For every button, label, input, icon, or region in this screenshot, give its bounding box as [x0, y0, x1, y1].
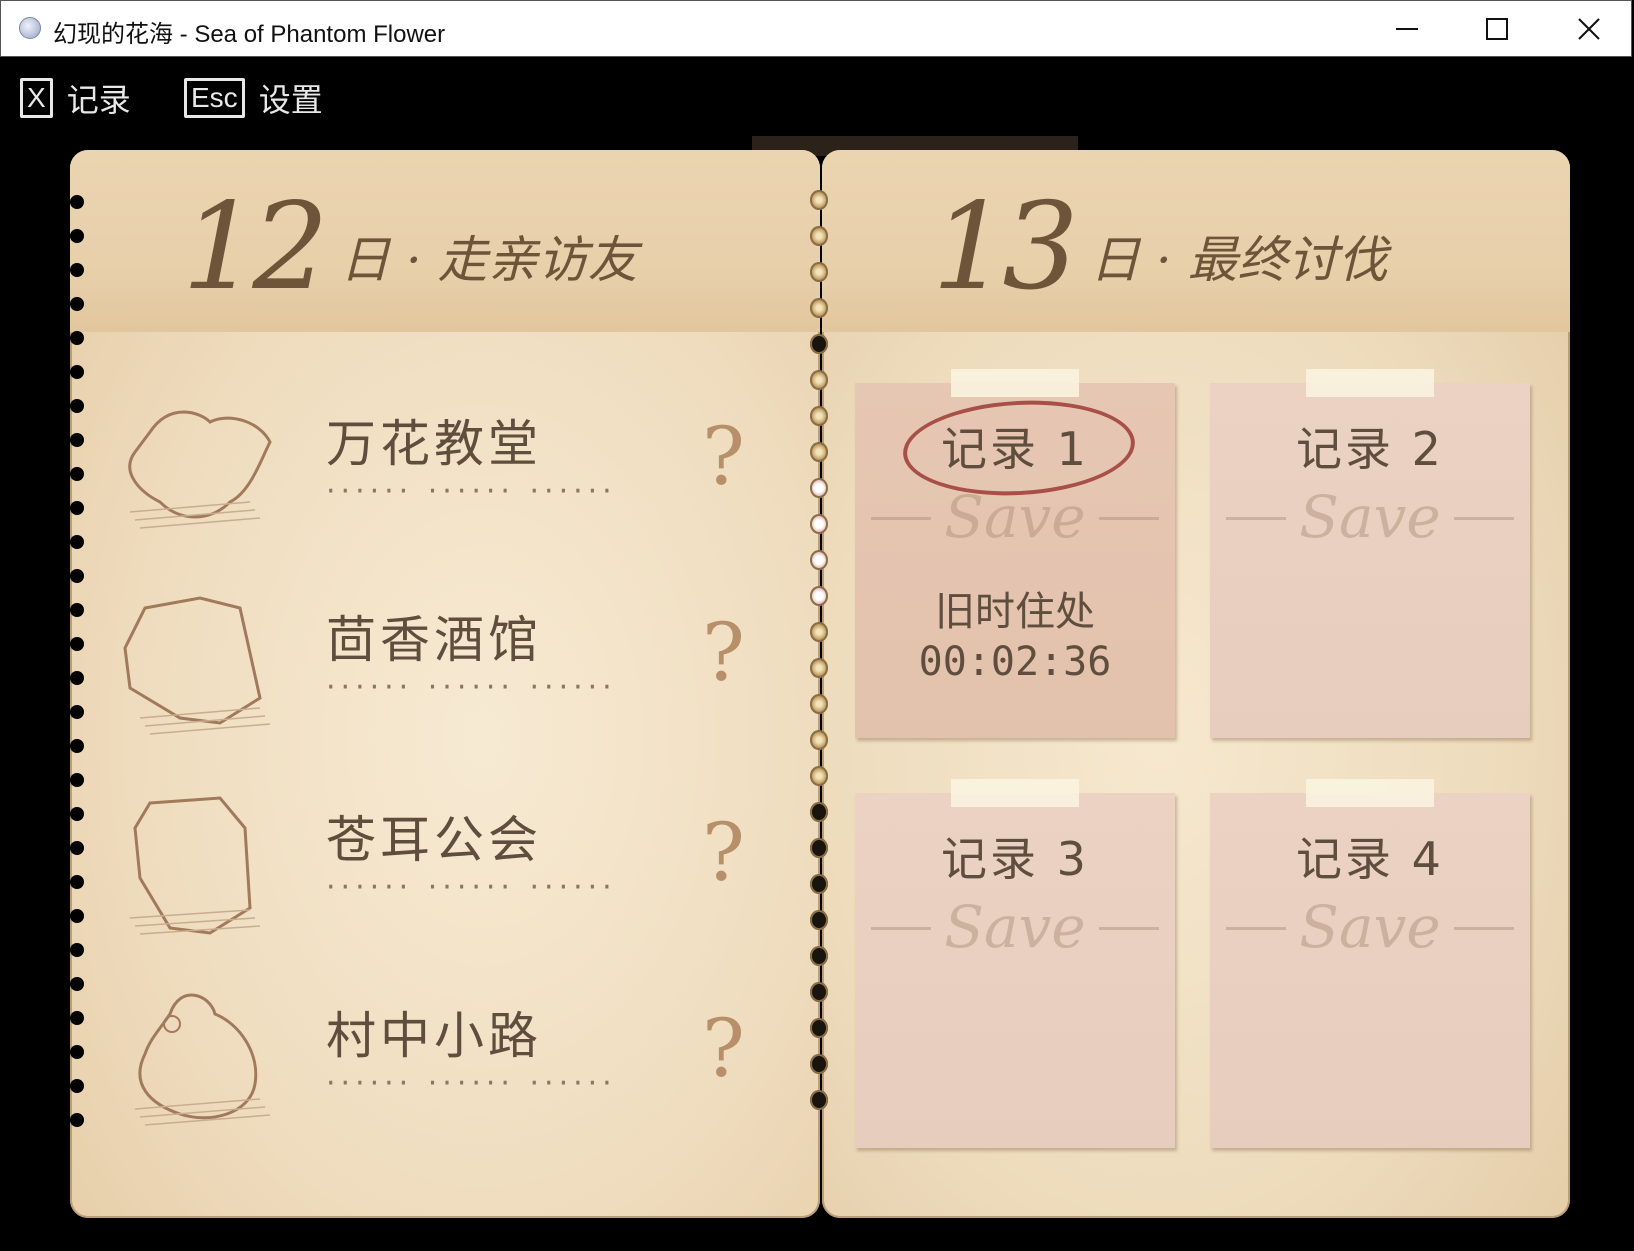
- left-page-holes: [70, 195, 84, 1155]
- save-slot-title: 记录 2: [1296, 422, 1444, 476]
- location-dots: ······ ······ ······: [326, 870, 617, 905]
- save-slot-4[interactable]: 记录 4 Save: [1210, 779, 1530, 1148]
- village-path-sketch-icon: [134, 993, 271, 1126]
- hotkey-settings-label: 设置: [258, 81, 323, 119]
- tavern-sketch-icon: [123, 596, 271, 735]
- save-slot-location: 旧时住处: [935, 589, 1095, 635]
- unknown-mark-icon: ?: [702, 606, 745, 699]
- tape-decoration: [1306, 369, 1434, 397]
- location-row-1[interactable]: 万花教堂 ······ ······ ······ ?: [110, 392, 760, 572]
- unknown-mark-icon: ?: [702, 1002, 745, 1095]
- location-name: 村中小路: [326, 1007, 542, 1065]
- save-slot-time: 00:02:36: [918, 639, 1112, 685]
- location-name: 茴香酒馆: [326, 611, 542, 669]
- close-button[interactable]: [1543, 1, 1634, 56]
- unknown-mark-icon: ?: [702, 806, 745, 899]
- left-day-number: 12: [182, 178, 329, 317]
- left-day-label: 日 · 走亲访友: [340, 231, 638, 289]
- save-watermark: Save: [1299, 893, 1441, 961]
- app-icon: [19, 17, 41, 39]
- hotkey-save[interactable]: X 记录: [20, 77, 131, 119]
- church-sketch-icon: [128, 410, 272, 529]
- guild-sketch-icon: [129, 796, 261, 935]
- hotkey-save-label: 记录: [66, 81, 131, 119]
- hotkey-settings[interactable]: Esc 设置: [184, 77, 323, 119]
- close-icon: [1578, 17, 1600, 40]
- key-x-icon: X: [20, 78, 53, 118]
- save-slot-title: 记录 4: [1296, 832, 1444, 886]
- location-row-4[interactable]: 村中小路 ······ ······ ······ ?: [110, 984, 760, 1164]
- minimize-button[interactable]: [1361, 1, 1453, 56]
- window-titlebar: 幻现的花海 - Sea of Phantom Flower: [0, 0, 1632, 57]
- minimize-icon: [1396, 27, 1418, 30]
- maximize-button[interactable]: [1451, 1, 1543, 56]
- save-watermark: Save: [944, 893, 1086, 961]
- save-slot-1[interactable]: 记录 1 Save 旧时住处 00:02:36: [855, 369, 1175, 738]
- book-spine-rings: [808, 190, 830, 1150]
- location-name: 万花教堂: [326, 415, 542, 473]
- tape-decoration: [1306, 779, 1434, 807]
- location-dots: ······ ······ ······: [326, 474, 617, 509]
- location-row-2[interactable]: 茴香酒馆 ······ ······ ······ ?: [110, 588, 760, 768]
- save-watermark: Save: [1299, 483, 1441, 551]
- save-slot-2[interactable]: 记录 2 Save: [1210, 369, 1530, 738]
- save-slot-3[interactable]: 记录 3 Save: [855, 779, 1175, 1148]
- location-dots: ······ ······ ······: [326, 1066, 617, 1101]
- tape-decoration: [951, 779, 1079, 807]
- save-watermark: Save: [944, 483, 1086, 551]
- tape-decoration: [951, 369, 1079, 397]
- location-row-3[interactable]: 苍耳公会 ······ ······ ······ ?: [110, 788, 760, 968]
- maximize-icon: [1486, 17, 1508, 40]
- location-dots: ······ ······ ······: [326, 670, 617, 705]
- save-slot-title: 记录 1: [941, 422, 1089, 476]
- unknown-mark-icon: ?: [702, 410, 745, 503]
- save-slot-title: 记录 3: [941, 832, 1089, 886]
- window-title: 幻现的花海 - Sea of Phantom Flower: [53, 21, 446, 48]
- right-day-number: 13: [932, 178, 1079, 317]
- key-esc-icon: Esc: [184, 78, 245, 118]
- location-name: 苍耳公会: [326, 811, 542, 869]
- right-day-label: 日 · 最终讨伐: [1090, 231, 1388, 289]
